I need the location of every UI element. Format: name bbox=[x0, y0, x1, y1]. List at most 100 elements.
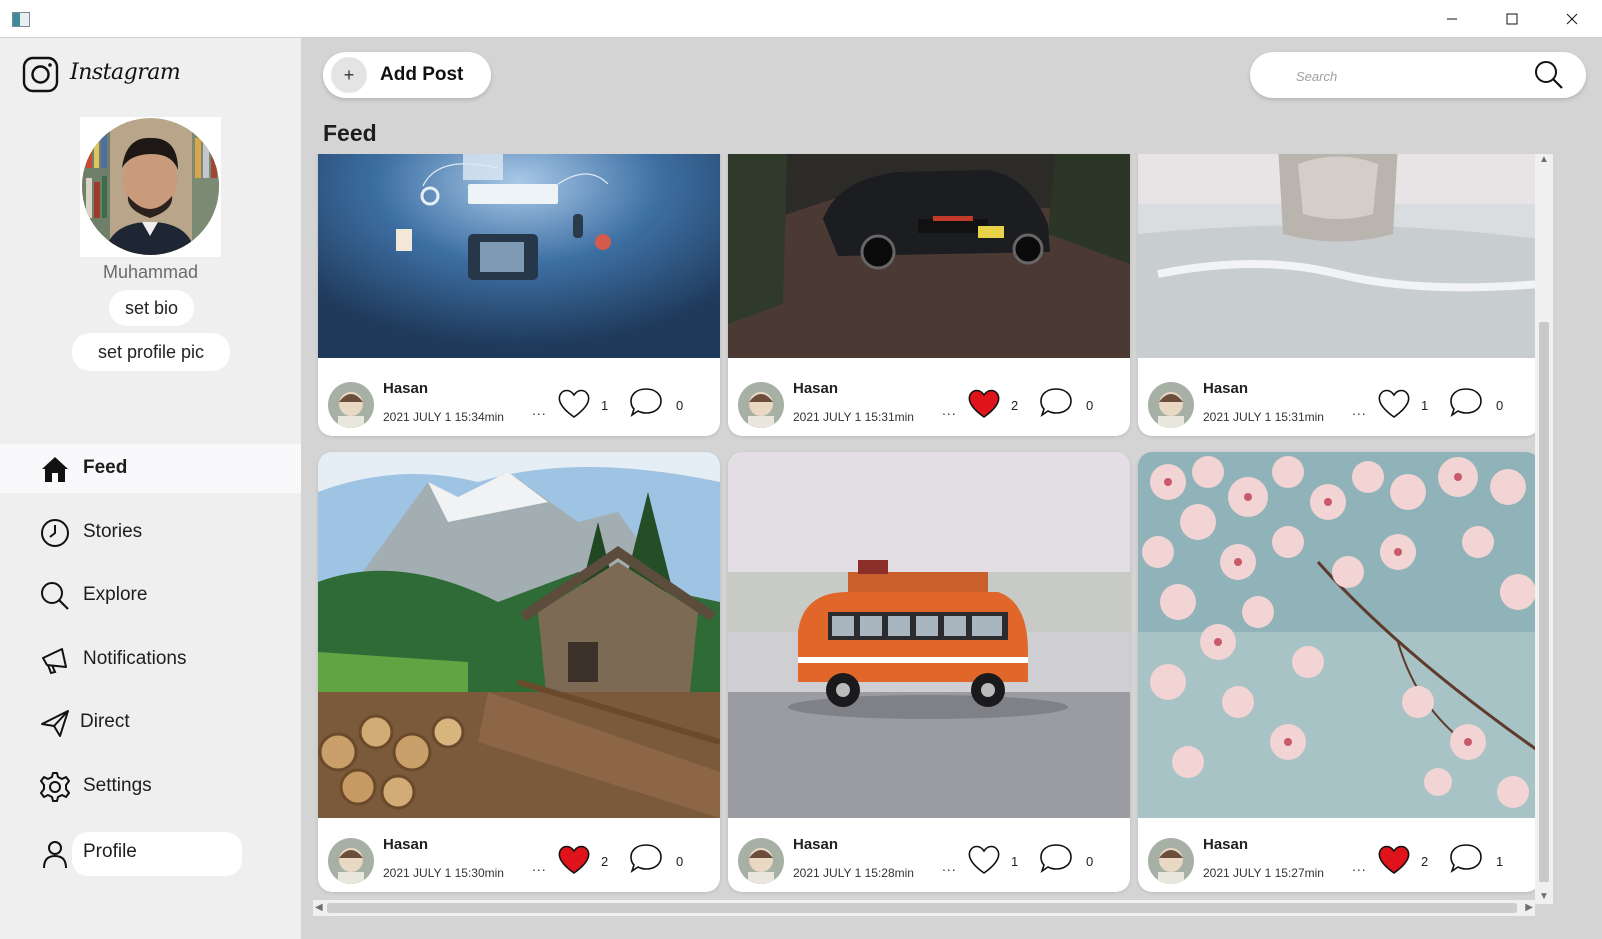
liked-heart-icon[interactable] bbox=[1376, 842, 1412, 876]
nav-label-profile: Profile bbox=[83, 841, 137, 862]
post-author-avatar[interactable] bbox=[1148, 838, 1194, 884]
post-author[interactable]: Hasan bbox=[1203, 836, 1248, 853]
search-icon bbox=[41, 582, 69, 610]
post-more-button[interactable]: ... bbox=[942, 402, 957, 418]
nav-item-stories[interactable]: Stories bbox=[0, 508, 301, 557]
nav-label-stories: Stories bbox=[83, 521, 143, 542]
minimize-button[interactable] bbox=[1423, 0, 1481, 37]
add-post-button[interactable]: + Add Post bbox=[323, 52, 491, 98]
like-heart-icon[interactable] bbox=[556, 386, 592, 420]
profile-avatar-frame bbox=[80, 117, 221, 257]
nav-label-explore: Explore bbox=[83, 584, 148, 605]
post-image[interactable] bbox=[1138, 154, 1540, 358]
profile-username: Muhammad bbox=[102, 262, 199, 282]
search-bar bbox=[1250, 52, 1586, 98]
scroll-right-arrow-icon[interactable]: ▶ bbox=[1525, 902, 1533, 913]
set-bio-button[interactable]: set bio bbox=[109, 290, 194, 326]
nav-label-notifications: Notifications bbox=[83, 648, 187, 669]
post-author-avatar[interactable] bbox=[1148, 382, 1194, 428]
nav-label-settings: Settings bbox=[83, 775, 152, 796]
post-date: 2021 JULY 1 15:30min bbox=[383, 866, 504, 880]
post-footer: Hasan 2021 JULY 1 15:31min ... 2 0 bbox=[728, 362, 1130, 436]
plus-icon: + bbox=[331, 57, 367, 93]
megaphone-icon bbox=[42, 648, 67, 675]
comment-icon[interactable] bbox=[628, 842, 664, 876]
liked-heart-icon[interactable] bbox=[556, 842, 592, 876]
maximize-button[interactable] bbox=[1483, 0, 1541, 37]
post-card: Hasan 2021 JULY 1 15:31min ... 1 0 bbox=[1138, 154, 1540, 436]
post-more-button[interactable]: ... bbox=[942, 858, 957, 874]
post-author[interactable]: Hasan bbox=[793, 836, 838, 853]
post-date: 2021 JULY 1 15:27min bbox=[1203, 866, 1324, 880]
search-icon[interactable] bbox=[1534, 60, 1564, 90]
post-image[interactable] bbox=[318, 154, 720, 358]
nav-item-direct[interactable]: Direct bbox=[0, 698, 301, 747]
post-more-button[interactable]: ... bbox=[532, 858, 547, 874]
comment-count: 0 bbox=[676, 398, 684, 413]
comment-icon[interactable] bbox=[1448, 842, 1484, 876]
vertical-scroll-thumb[interactable] bbox=[1539, 322, 1549, 882]
gear-icon bbox=[40, 772, 70, 802]
horizontal-scroll-thumb[interactable] bbox=[327, 903, 1517, 913]
post-more-button[interactable]: ... bbox=[1352, 858, 1367, 874]
home-icon bbox=[42, 457, 68, 482]
horizontal-scrollbar[interactable]: ◀ ▶ bbox=[313, 900, 1535, 916]
comment-count: 0 bbox=[1086, 398, 1094, 413]
comment-icon[interactable] bbox=[628, 386, 664, 420]
comment-count: 0 bbox=[1086, 854, 1094, 869]
like-count: 2 bbox=[601, 854, 609, 869]
nav-label-direct: Direct bbox=[80, 711, 130, 732]
post-author-avatar[interactable] bbox=[738, 838, 784, 884]
scroll-down-arrow-icon[interactable]: ▼ bbox=[1539, 891, 1549, 902]
sidebar: Instagram Muhammad set bio set profile p… bbox=[0, 38, 301, 939]
post-footer: Hasan 2021 JULY 1 15:34min ... 1 0 bbox=[318, 362, 720, 436]
nav-item-feed[interactable]: Feed bbox=[0, 444, 301, 493]
scroll-up-arrow-icon[interactable]: ▲ bbox=[1539, 154, 1549, 165]
post-author-avatar[interactable] bbox=[738, 382, 784, 428]
like-count: 1 bbox=[1421, 398, 1429, 413]
nav-item-profile[interactable]: Profile bbox=[0, 824, 301, 884]
post-image[interactable] bbox=[728, 452, 1130, 818]
nav-item-settings[interactable]: Settings bbox=[0, 762, 301, 811]
post-author-avatar[interactable] bbox=[328, 838, 374, 884]
comment-icon[interactable] bbox=[1038, 842, 1074, 876]
post-more-button[interactable]: ... bbox=[532, 402, 547, 418]
comment-icon[interactable] bbox=[1448, 386, 1484, 420]
paper-plane-icon bbox=[41, 710, 69, 737]
post-image[interactable] bbox=[1138, 452, 1540, 818]
profile-avatar bbox=[82, 118, 219, 255]
vertical-scrollbar[interactable]: ▲ ▼ bbox=[1535, 154, 1553, 904]
post-image[interactable] bbox=[318, 452, 720, 818]
like-heart-icon[interactable] bbox=[1376, 386, 1412, 420]
user-icon bbox=[43, 841, 67, 869]
liked-heart-icon[interactable] bbox=[966, 386, 1002, 420]
search-input[interactable] bbox=[1294, 64, 1518, 88]
post-author[interactable]: Hasan bbox=[793, 380, 838, 397]
nav-item-notifications[interactable]: Notifications bbox=[0, 635, 301, 684]
scroll-left-arrow-icon[interactable]: ◀ bbox=[315, 902, 323, 913]
feed-scroll-area[interactable]: Hasan 2021 JULY 1 15:34min ... 1 0 Hasan… bbox=[313, 154, 1553, 904]
post-image[interactable] bbox=[728, 154, 1130, 358]
post-author[interactable]: Hasan bbox=[383, 836, 428, 853]
app-logo-text: Instagram bbox=[70, 60, 181, 85]
nav-label-feed: Feed bbox=[83, 457, 128, 478]
post-footer: Hasan 2021 JULY 1 15:27min ... 2 1 bbox=[1138, 818, 1540, 892]
instagram-logo-icon[interactable] bbox=[22, 56, 59, 93]
post-footer: Hasan 2021 JULY 1 15:31min ... 1 0 bbox=[1138, 362, 1540, 436]
like-count: 1 bbox=[601, 398, 609, 413]
minimize-icon bbox=[1447, 18, 1457, 19]
post-card: Hasan 2021 JULY 1 15:31min ... 2 0 bbox=[728, 154, 1130, 436]
comment-icon[interactable] bbox=[1038, 386, 1074, 420]
app-window-icon bbox=[12, 12, 30, 27]
close-button[interactable] bbox=[1543, 0, 1601, 37]
maximize-icon bbox=[1506, 13, 1518, 24]
post-author-avatar[interactable] bbox=[328, 382, 374, 428]
post-more-button[interactable]: ... bbox=[1352, 402, 1367, 418]
post-author[interactable]: Hasan bbox=[383, 380, 428, 397]
nav-item-explore[interactable]: Explore bbox=[0, 571, 301, 620]
like-heart-icon[interactable] bbox=[966, 842, 1002, 876]
set-profile-pic-button[interactable]: set profile pic bbox=[72, 333, 230, 371]
post-date: 2021 JULY 1 15:31min bbox=[1203, 410, 1324, 424]
post-author[interactable]: Hasan bbox=[1203, 380, 1248, 397]
post-footer: Hasan 2021 JULY 1 15:30min ... 2 0 bbox=[318, 818, 720, 892]
